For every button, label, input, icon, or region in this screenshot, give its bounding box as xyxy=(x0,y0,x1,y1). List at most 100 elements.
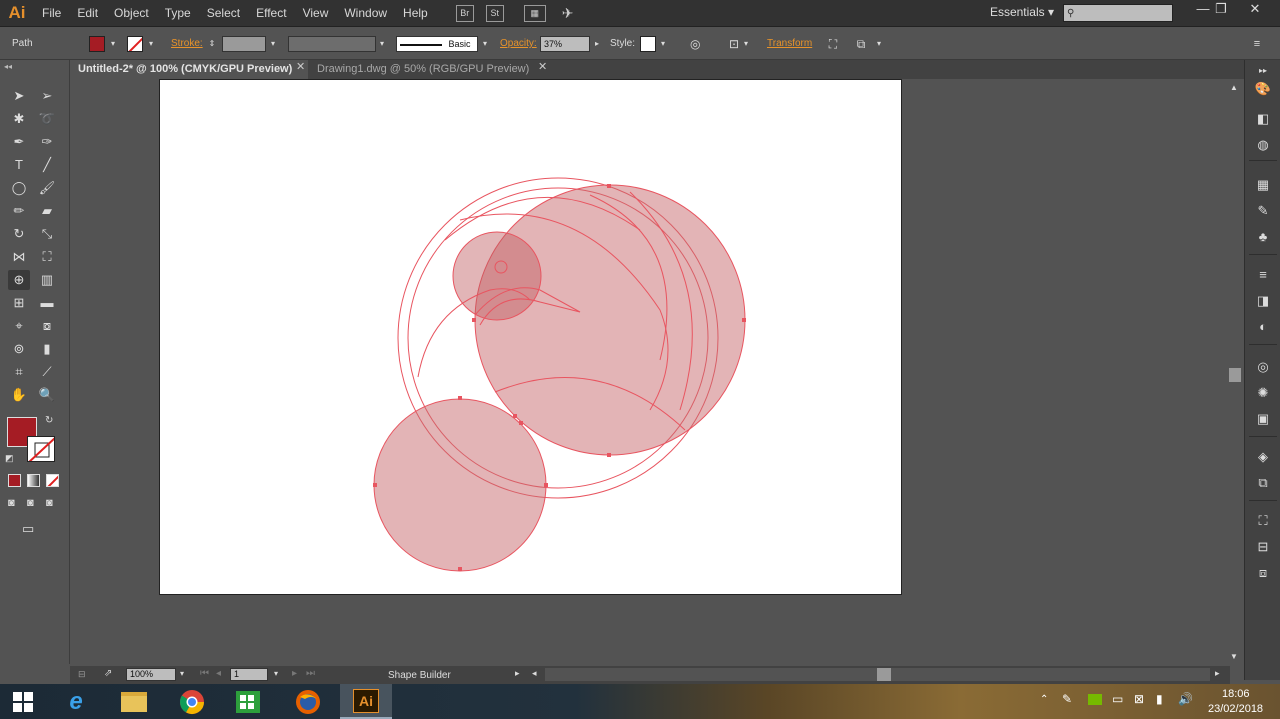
scroll-thumb[interactable] xyxy=(1229,368,1241,382)
artboards-icon[interactable]: ⧉ xyxy=(1253,474,1273,492)
swatches-grid-icon[interactable]: ▦ xyxy=(1253,176,1273,194)
align-icon[interactable]: ⊡ xyxy=(726,36,742,52)
appearance-icon[interactable]: ◎ xyxy=(1253,358,1273,376)
panel-menu-icon[interactable]: ≡ xyxy=(1252,36,1262,52)
opacity-label[interactable]: Opacity: xyxy=(500,38,537,49)
symbol-sprayer-icon[interactable]: ⊚ xyxy=(8,339,30,359)
shape-builder-icon[interactable]: ⊕ xyxy=(8,270,30,290)
transform-panel-icon[interactable]: ⛶ xyxy=(1253,512,1273,530)
menu-edit[interactable]: Edit xyxy=(69,0,106,27)
stroke-weight-stepper[interactable]: ⇕ xyxy=(207,36,217,52)
close-tab-icon[interactable]: ✕ xyxy=(538,60,547,73)
chrome-icon[interactable] xyxy=(166,684,218,719)
eraser-tool-icon[interactable]: ▰ xyxy=(36,201,58,221)
selection-tool-icon[interactable]: ➤ xyxy=(8,86,30,106)
line-segment-tool-icon[interactable]: ╱ xyxy=(36,155,58,175)
profile-dropdown[interactable]: ▾ xyxy=(377,36,387,52)
battery-tray-icon[interactable]: ▮ xyxy=(1156,692,1163,706)
previous-artboard-icon[interactable]: ◂ xyxy=(216,668,221,679)
stock-button[interactable]: St xyxy=(485,4,504,22)
stroke-panel-icon[interactable]: ≡ xyxy=(1253,266,1273,284)
magic-wand-icon[interactable]: ✱ xyxy=(8,109,30,129)
stroke-weight-field[interactable] xyxy=(222,36,266,52)
artboard-dropdown[interactable]: ▾ xyxy=(271,666,281,682)
illustrator-taskbar-icon[interactable]: Ai xyxy=(340,684,392,719)
draw-behind-icon[interactable]: ◙ xyxy=(27,497,34,509)
collapse-panel-icon[interactable]: ◂◂ xyxy=(4,62,12,71)
draw-normal-icon[interactable]: ◙ xyxy=(8,497,15,509)
opacity-field[interactable]: 37% xyxy=(540,36,590,52)
gradient-tool-icon[interactable]: ▬ xyxy=(36,293,58,313)
artboard[interactable] xyxy=(159,79,902,595)
store-icon[interactable] xyxy=(222,684,274,719)
hscroll-thumb[interactable] xyxy=(877,668,891,681)
lasso-icon[interactable]: ➰ xyxy=(36,109,58,129)
type-tool-icon[interactable]: T xyxy=(8,155,30,175)
direct-selection-tool-icon[interactable]: ➢ xyxy=(36,86,58,106)
stroke-color-box[interactable] xyxy=(27,436,55,462)
gpu-performance-icon[interactable]: ✈ xyxy=(562,5,574,22)
mesh-tool-icon[interactable]: ⊞ xyxy=(8,293,30,313)
zoom-level-field[interactable]: 100% xyxy=(126,668,176,681)
none-mode-button[interactable] xyxy=(46,474,59,487)
hscroll-right-arrow[interactable]: ▸ xyxy=(1215,668,1220,679)
fill-dropdown-arrow[interactable]: ▾ xyxy=(108,36,118,52)
brushes-icon[interactable]: ✎ xyxy=(1253,202,1273,220)
menu-object[interactable]: Object xyxy=(106,0,157,27)
stroke-weight-dropdown[interactable]: ▾ xyxy=(268,36,278,52)
eyedropper-icon[interactable]: ⌖ xyxy=(8,316,30,336)
default-fill-stroke-icon[interactable]: ◩ xyxy=(5,453,14,464)
free-transform-icon[interactable]: ⛶ xyxy=(36,247,58,267)
color-mode-button[interactable] xyxy=(8,474,21,487)
stroke-dropdown-arrow[interactable]: ▾ xyxy=(146,36,156,52)
paintbrush-tool-icon[interactable]: 🖌 xyxy=(36,178,58,198)
menu-effect[interactable]: Effect xyxy=(248,0,294,27)
start-button[interactable] xyxy=(0,684,46,719)
firefox-icon[interactable] xyxy=(282,684,334,719)
slice-tool-icon[interactable]: ⟋ xyxy=(36,362,58,382)
color-panel-icon[interactable]: 🎨 xyxy=(1253,80,1273,98)
scale-tool-icon[interactable]: ⤡ xyxy=(36,224,58,244)
zoom-tool-icon[interactable]: 🔍 xyxy=(36,385,58,405)
workspace-switcher[interactable]: Essentials ▾ xyxy=(990,5,1054,19)
libraries-icon[interactable]: ▣ xyxy=(1253,410,1273,428)
expand-panels-icon[interactable]: ▸▸ xyxy=(1253,62,1273,80)
internet-explorer-icon[interactable]: e xyxy=(50,684,102,719)
menu-view[interactable]: View xyxy=(295,0,337,27)
arrange-documents-icon[interactable]: ▦ xyxy=(523,4,546,22)
zoom-dropdown[interactable]: ▾ xyxy=(177,666,187,682)
arrange-icon[interactable]: ⧉ xyxy=(854,36,868,52)
clock-date[interactable]: 23/02/2018 xyxy=(1208,703,1263,715)
bridge-button[interactable]: Br xyxy=(455,4,474,22)
artboard-number-field[interactable]: 1 xyxy=(230,668,268,681)
last-artboard-icon[interactable]: ⏭ xyxy=(306,668,315,679)
search-input[interactable]: ⚲ xyxy=(1063,4,1173,22)
pen-tool-icon[interactable]: ✒ xyxy=(8,132,30,152)
zoom-decrease-icon[interactable]: ⊟ xyxy=(78,669,86,680)
color-guide-icon[interactable]: ◧ xyxy=(1253,110,1273,128)
width-tool-icon[interactable]: ⋈ xyxy=(8,247,30,267)
stroke-color-swatch[interactable] xyxy=(127,36,143,52)
first-artboard-icon[interactable]: ⏮ xyxy=(200,668,209,679)
gradient-panel-icon[interactable]: ◨ xyxy=(1253,292,1273,310)
menu-type[interactable]: Type xyxy=(157,0,199,27)
blend-tool-icon[interactable]: ⧇ xyxy=(36,316,58,336)
perspective-grid-icon[interactable]: ▥ xyxy=(36,270,58,290)
swatches-icon[interactable]: ◍ xyxy=(1253,136,1273,154)
show-hidden-icons[interactable]: ⌃ xyxy=(1040,694,1048,705)
transparency-icon[interactable]: ◐ xyxy=(1253,318,1273,336)
stroke-label[interactable]: Stroke: xyxy=(171,38,203,49)
variable-width-profile[interactable] xyxy=(288,36,376,52)
pencil-tool-icon[interactable]: ✏ xyxy=(8,201,30,221)
ellipse-tool-icon[interactable]: ◯ xyxy=(8,178,30,198)
brush-definition[interactable]: Basic xyxy=(396,36,478,52)
gradient-mode-button[interactable] xyxy=(27,474,40,487)
hscroll-left-arrow[interactable]: ◂ xyxy=(532,668,537,679)
transform-label[interactable]: Transform xyxy=(767,38,812,49)
pathfinder-icon[interactable]: ⧈ xyxy=(1253,564,1273,582)
screen-mode-icon[interactable]: ▭ xyxy=(22,521,34,537)
symbols-icon[interactable]: ♣ xyxy=(1253,228,1273,246)
brush-dropdown[interactable]: ▾ xyxy=(480,36,490,52)
zoom-increase-icon[interactable]: ⇗ xyxy=(104,668,112,679)
opacity-arrow[interactable]: ▸ xyxy=(592,36,602,52)
